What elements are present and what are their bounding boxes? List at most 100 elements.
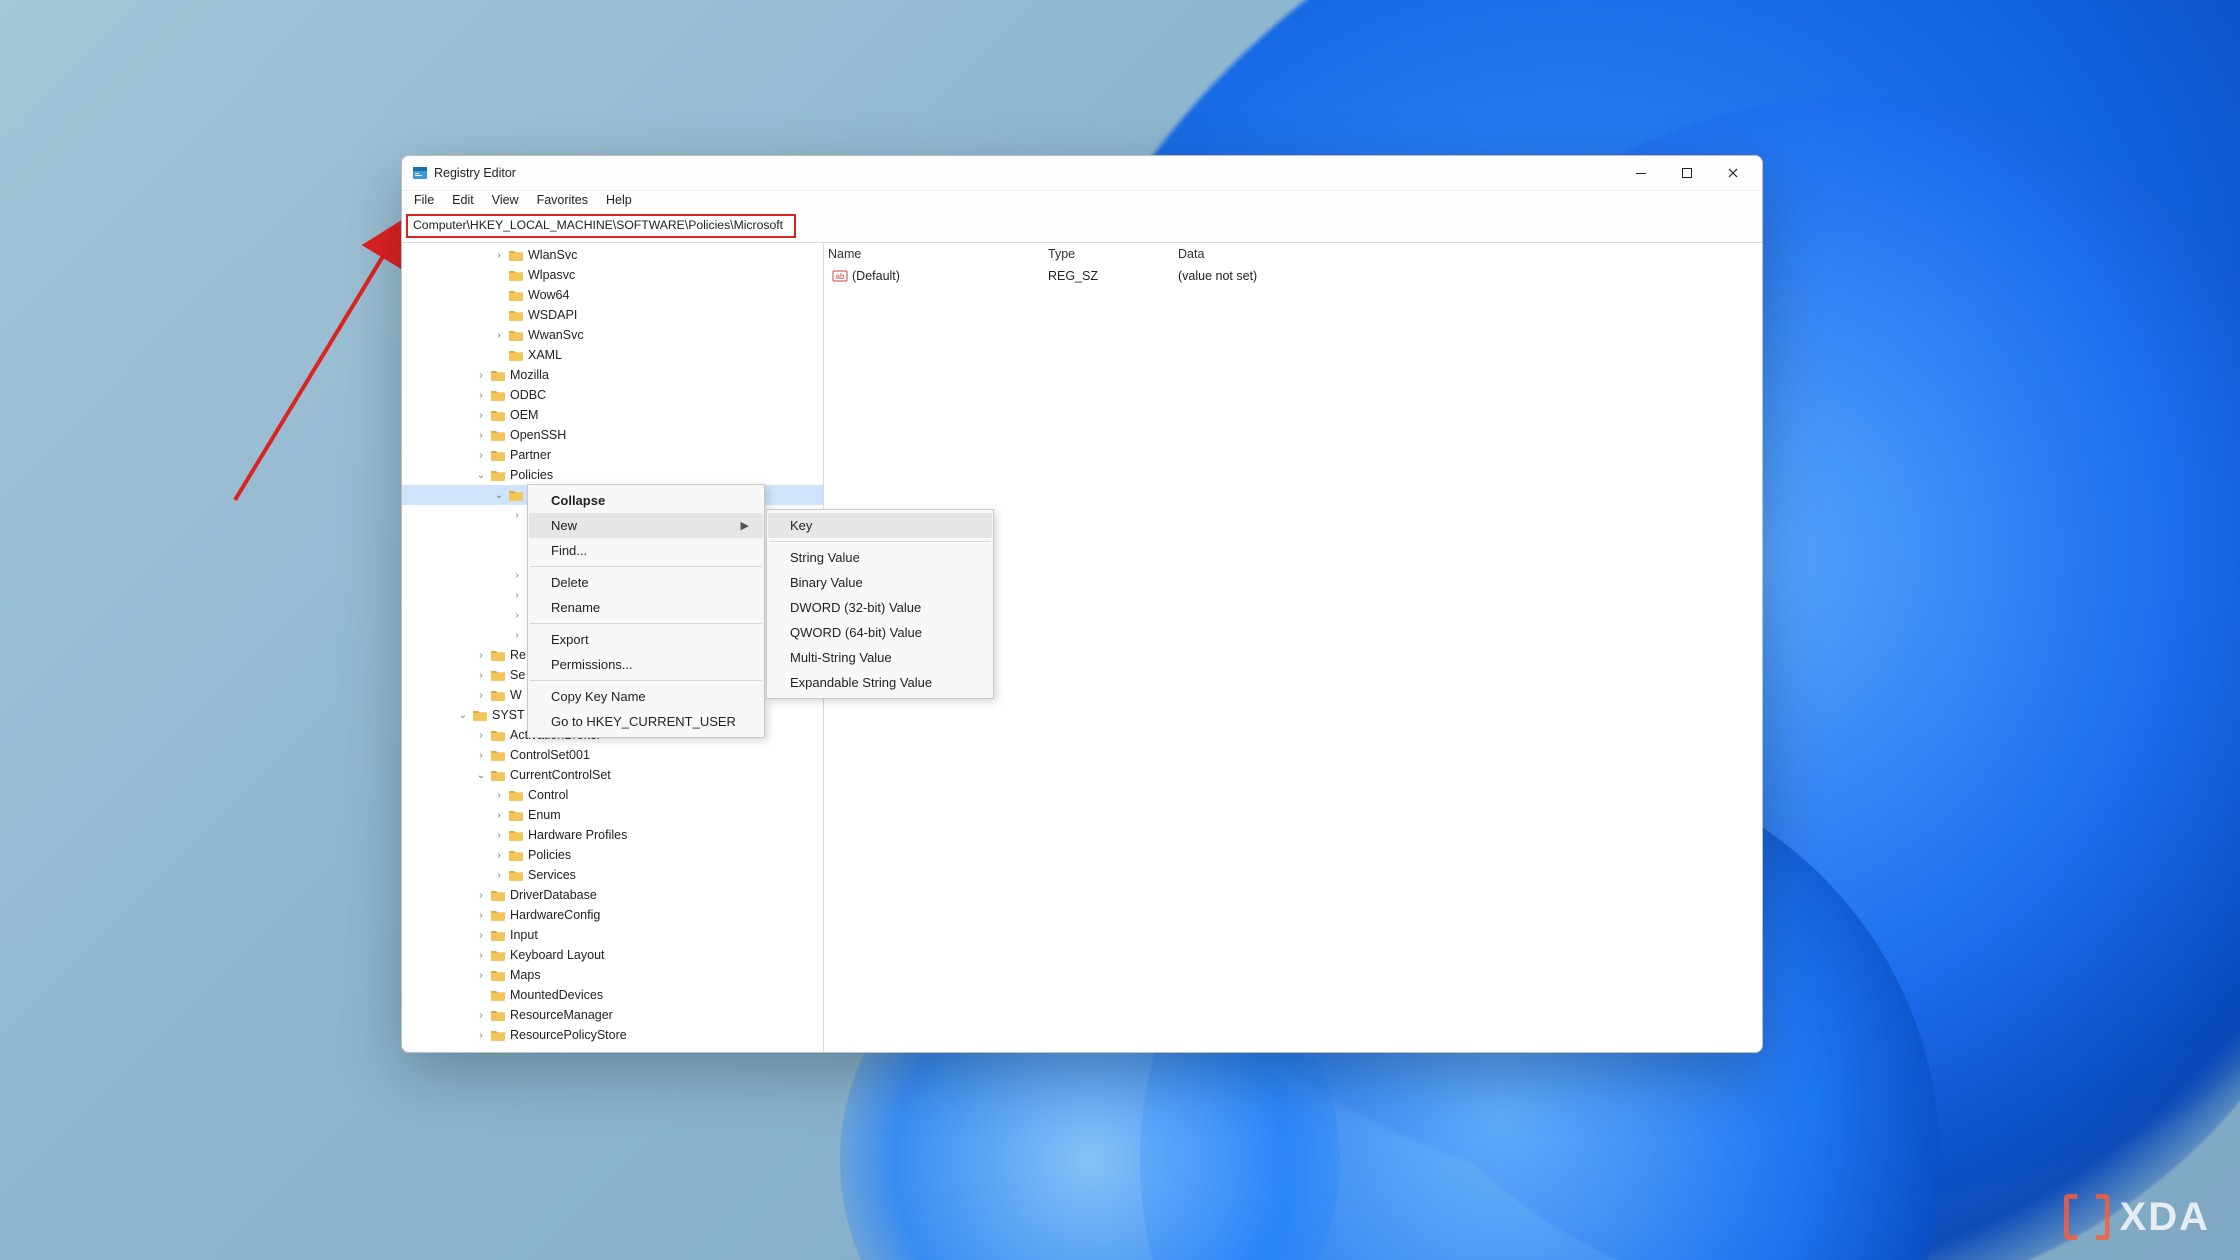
expand-chevron-icon[interactable] bbox=[474, 1030, 488, 1041]
expand-chevron-icon[interactable] bbox=[510, 570, 524, 581]
sub-qword[interactable]: QWORD (64-bit) Value bbox=[768, 620, 992, 645]
sub-string[interactable]: String Value bbox=[768, 545, 992, 570]
menu-help[interactable]: Help bbox=[598, 191, 640, 212]
menu-favorites[interactable]: Favorites bbox=[529, 191, 596, 212]
sub-dword[interactable]: DWORD (32-bit) Value bbox=[768, 595, 992, 620]
expand-chevron-icon[interactable] bbox=[510, 510, 524, 521]
tree-item[interactable]: ODBC bbox=[402, 385, 823, 405]
tree-item[interactable]: Policies bbox=[402, 465, 823, 485]
ctx-goto-hkcu[interactable]: Go to HKEY_CURRENT_USER bbox=[529, 709, 763, 734]
column-headers[interactable]: Name Type Data bbox=[824, 243, 1762, 265]
expand-chevron-icon[interactable] bbox=[474, 750, 488, 761]
sub-multi-string[interactable]: Multi-String Value bbox=[768, 645, 992, 670]
expand-chevron-icon[interactable] bbox=[474, 690, 488, 701]
tree-item-label: Policies bbox=[510, 468, 553, 482]
tree-item[interactable]: Hardware Profiles bbox=[402, 825, 823, 845]
sub-binary[interactable]: Binary Value bbox=[768, 570, 992, 595]
menu-view[interactable]: View bbox=[484, 191, 527, 212]
value-row[interactable]: ab (Default) REG_SZ (value not set) bbox=[824, 265, 1762, 287]
col-data[interactable]: Data bbox=[1174, 247, 1762, 261]
title-bar[interactable]: Registry Editor bbox=[402, 156, 1762, 190]
tree-item[interactable]: Wlpasvc bbox=[402, 265, 823, 285]
tree-item[interactable]: Policies bbox=[402, 845, 823, 865]
tree-item[interactable]: WlanSvc bbox=[402, 245, 823, 265]
tree-item[interactable]: Services bbox=[402, 865, 823, 885]
expand-chevron-icon[interactable] bbox=[510, 610, 524, 621]
sub-key[interactable]: Key bbox=[768, 513, 992, 538]
expand-chevron-icon[interactable] bbox=[510, 630, 524, 641]
tree-item[interactable]: WwanSvc bbox=[402, 325, 823, 345]
tree-item[interactable]: Mozilla bbox=[402, 365, 823, 385]
folder-icon bbox=[490, 1028, 506, 1042]
menu-file[interactable]: File bbox=[406, 191, 442, 212]
folder-icon bbox=[490, 408, 506, 422]
tree-item[interactable]: HardwareConfig bbox=[402, 905, 823, 925]
tree-item[interactable]: Maps bbox=[402, 965, 823, 985]
expand-chevron-icon[interactable] bbox=[474, 950, 488, 961]
ctx-rename[interactable]: Rename bbox=[529, 595, 763, 620]
expand-chevron-icon[interactable] bbox=[492, 850, 506, 861]
expand-chevron-icon[interactable] bbox=[474, 450, 488, 461]
tree-item[interactable]: Enum bbox=[402, 805, 823, 825]
expand-chevron-icon[interactable] bbox=[492, 810, 506, 821]
ctx-permissions[interactable]: Permissions... bbox=[529, 652, 763, 677]
tree-item-label: DriverDatabase bbox=[510, 888, 597, 902]
separator bbox=[769, 541, 991, 542]
expand-chevron-icon[interactable] bbox=[474, 730, 488, 741]
expand-chevron-icon[interactable] bbox=[474, 770, 488, 781]
tree-item[interactable]: MountedDevices bbox=[402, 985, 823, 1005]
tree-item-label: Re bbox=[510, 648, 526, 662]
expand-chevron-icon[interactable] bbox=[474, 390, 488, 401]
expand-chevron-icon[interactable] bbox=[492, 790, 506, 801]
col-type[interactable]: Type bbox=[1044, 247, 1174, 261]
xda-watermark: XDA bbox=[2064, 1194, 2210, 1240]
minimize-button[interactable] bbox=[1618, 158, 1664, 188]
expand-chevron-icon[interactable] bbox=[474, 650, 488, 661]
ctx-new[interactable]: New▶ bbox=[529, 513, 763, 538]
tree-item[interactable]: Keyboard Layout bbox=[402, 945, 823, 965]
tree-item[interactable]: XAML bbox=[402, 345, 823, 365]
tree-item[interactable]: ResourcePolicyStore bbox=[402, 1025, 823, 1045]
expand-chevron-icon[interactable] bbox=[474, 470, 488, 481]
expand-chevron-icon[interactable] bbox=[492, 870, 506, 881]
folder-icon bbox=[490, 728, 506, 742]
sub-expandable-string[interactable]: Expandable String Value bbox=[768, 670, 992, 695]
maximize-button[interactable] bbox=[1664, 158, 1710, 188]
expand-chevron-icon[interactable] bbox=[474, 970, 488, 981]
expand-chevron-icon[interactable] bbox=[474, 930, 488, 941]
expand-chevron-icon[interactable] bbox=[492, 330, 506, 341]
close-button[interactable] bbox=[1710, 158, 1756, 188]
tree-item[interactable]: Wow64 bbox=[402, 285, 823, 305]
tree-item[interactable]: OpenSSH bbox=[402, 425, 823, 445]
expand-chevron-icon[interactable] bbox=[474, 1010, 488, 1021]
ctx-copy-key-name[interactable]: Copy Key Name bbox=[529, 684, 763, 709]
tree-item-label: Control bbox=[528, 788, 568, 802]
menu-edit[interactable]: Edit bbox=[444, 191, 482, 212]
ctx-collapse[interactable]: Collapse bbox=[529, 488, 763, 513]
tree-item[interactable]: Input bbox=[402, 925, 823, 945]
col-name[interactable]: Name bbox=[824, 247, 1044, 261]
expand-chevron-icon[interactable] bbox=[474, 890, 488, 901]
expand-chevron-icon[interactable] bbox=[474, 910, 488, 921]
expand-chevron-icon[interactable] bbox=[492, 830, 506, 841]
ctx-find[interactable]: Find... bbox=[529, 538, 763, 563]
tree-item[interactable]: WSDAPI bbox=[402, 305, 823, 325]
expand-chevron-icon[interactable] bbox=[492, 490, 506, 501]
expand-chevron-icon[interactable] bbox=[474, 430, 488, 441]
expand-chevron-icon[interactable] bbox=[456, 710, 470, 721]
tree-item[interactable]: DriverDatabase bbox=[402, 885, 823, 905]
tree-item[interactable]: Partner bbox=[402, 445, 823, 465]
expand-chevron-icon[interactable] bbox=[474, 370, 488, 381]
address-bar[interactable]: Computer\HKEY_LOCAL_MACHINE\SOFTWARE\Pol… bbox=[406, 214, 796, 238]
expand-chevron-icon[interactable] bbox=[474, 410, 488, 421]
tree-item[interactable]: CurrentControlSet bbox=[402, 765, 823, 785]
expand-chevron-icon[interactable] bbox=[474, 670, 488, 681]
expand-chevron-icon[interactable] bbox=[492, 250, 506, 261]
ctx-delete[interactable]: Delete bbox=[529, 570, 763, 595]
tree-item[interactable]: OEM bbox=[402, 405, 823, 425]
ctx-export[interactable]: Export bbox=[529, 627, 763, 652]
tree-item[interactable]: Control bbox=[402, 785, 823, 805]
tree-item[interactable]: ControlSet001 bbox=[402, 745, 823, 765]
expand-chevron-icon[interactable] bbox=[510, 590, 524, 601]
tree-item[interactable]: ResourceManager bbox=[402, 1005, 823, 1025]
